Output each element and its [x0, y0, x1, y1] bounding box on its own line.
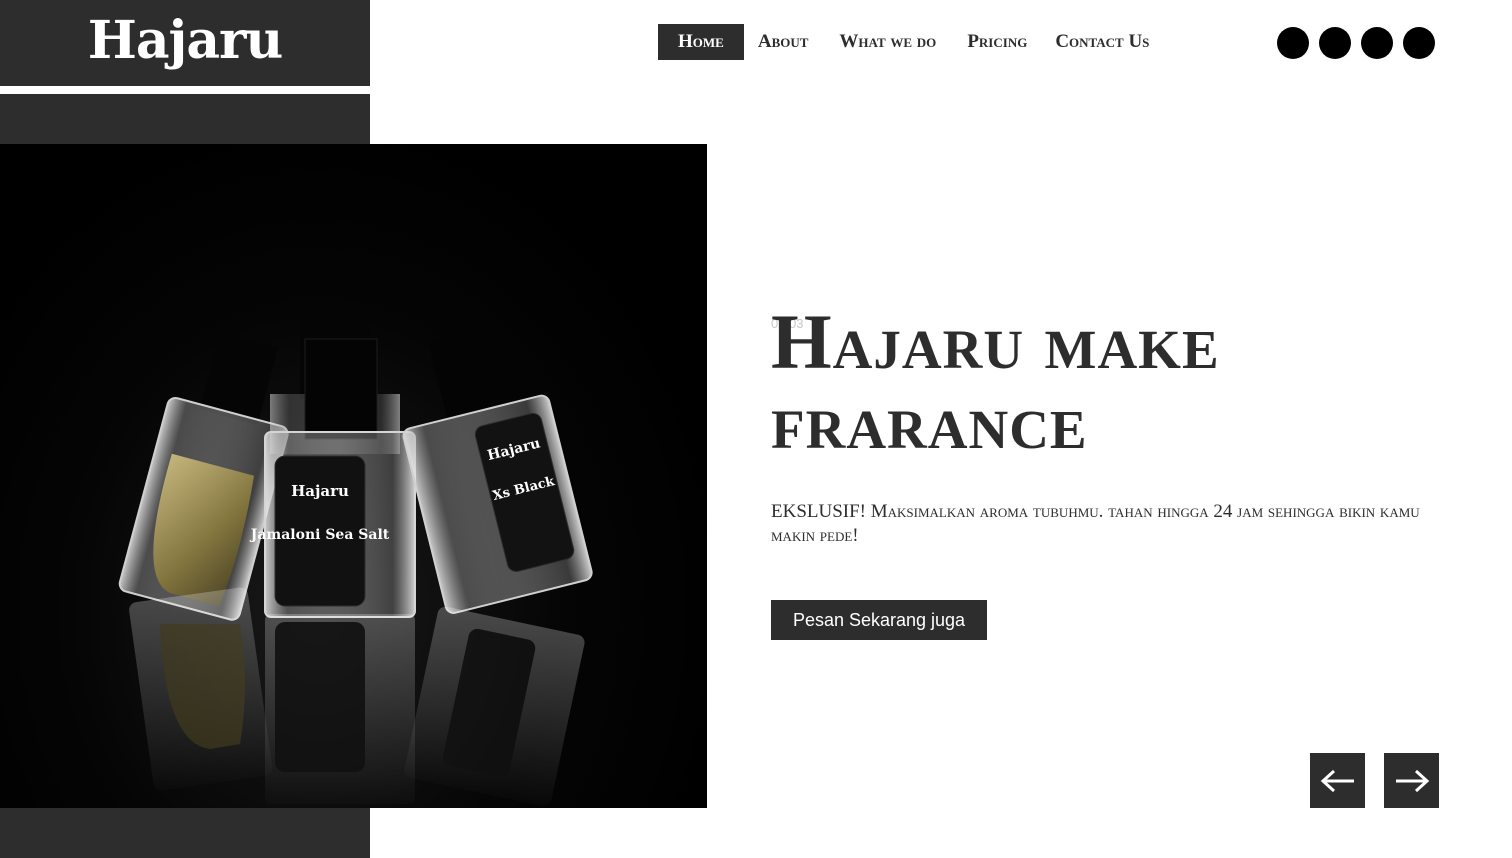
social-icon-2[interactable]: [1319, 27, 1351, 59]
hero-product-image: Hajaru Jamaloni Sea Salt Hajaru Xs Black: [0, 144, 707, 808]
social-icon-3[interactable]: [1361, 27, 1393, 59]
hero-title: Hajaru make frarance: [771, 298, 1220, 465]
social-links: [1277, 27, 1435, 59]
decorative-strip-bottom: [0, 808, 370, 858]
bottle-reflections: [129, 587, 585, 807]
bottle-middle-name: Jamaloni Sea Salt: [249, 527, 390, 543]
social-icon-4[interactable]: [1403, 27, 1435, 59]
nav-what-we-do[interactable]: What we do: [822, 24, 953, 60]
social-icon-1[interactable]: [1277, 27, 1309, 59]
prev-slide-button[interactable]: [1310, 753, 1365, 808]
arrow-left-icon: [1320, 769, 1354, 792]
svg-text:Jamaloni Sea Salt: Jamaloni Sea Salt: [249, 527, 390, 543]
order-now-button[interactable]: Pesan Sekarang juga: [771, 600, 987, 640]
nav-about[interactable]: About: [744, 24, 823, 60]
hero-description: EKSLUSIF! Maksimalkan aroma tubuhmu. tah…: [771, 501, 1420, 546]
nav-contact-us[interactable]: Contact Us: [1041, 24, 1163, 60]
bottle-middle-brand: Hajaru: [291, 482, 349, 500]
logo[interactable]: Hajaru: [88, 10, 284, 71]
logo-box[interactable]: Hajaru: [0, 0, 370, 86]
main-nav: Home About What we do Pricing Contact Us: [658, 24, 1163, 60]
nav-home[interactable]: Home: [658, 24, 744, 60]
bottle-middle: Hajaru Jamaloni Sea Salt: [249, 338, 416, 618]
perfume-bottles-illustration: Hajaru Jamaloni Sea Salt Hajaru Xs Black: [118, 309, 593, 807]
nav-pricing[interactable]: Pricing: [953, 24, 1041, 60]
arrow-right-icon: [1395, 769, 1429, 792]
next-slide-button[interactable]: [1384, 753, 1439, 808]
